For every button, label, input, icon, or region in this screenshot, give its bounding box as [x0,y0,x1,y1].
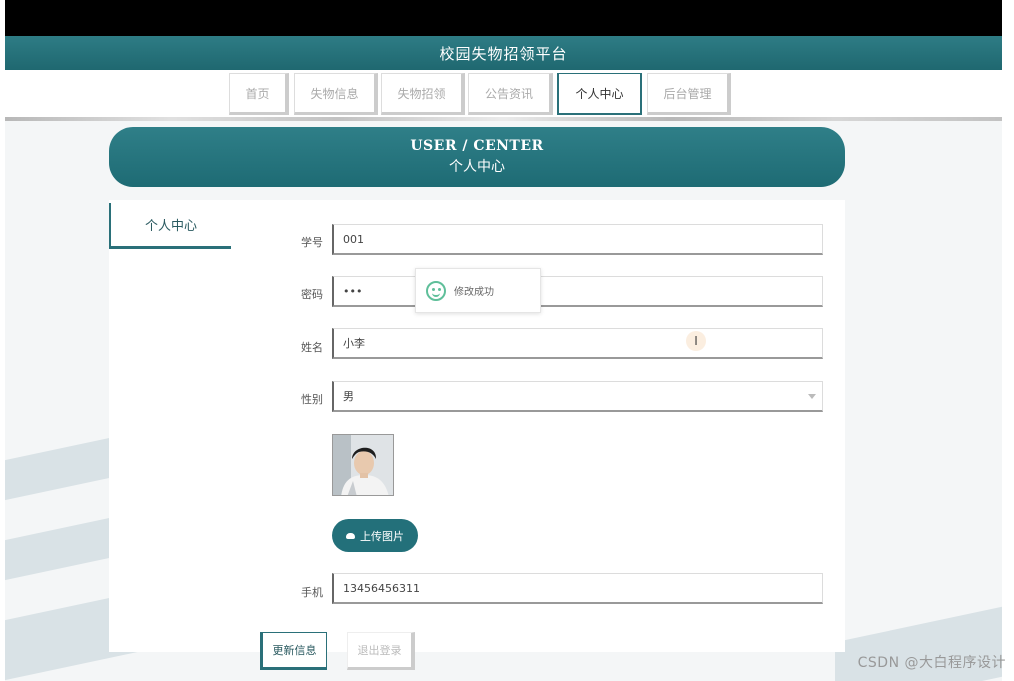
name-label: 姓名 [301,341,323,354]
nav-user-center[interactable]: 个人中心 [557,73,642,115]
success-toast: 修改成功 [415,268,541,313]
student-id-field[interactable]: 001 [332,224,823,255]
password-field[interactable]: ••• [332,276,823,307]
top-black-bar [5,0,1002,36]
student-id-label: 学号 [301,236,323,249]
phone-field[interactable]: 13456456311 [332,573,823,604]
smile-icon [426,280,446,301]
nav-home[interactable]: 首页 [229,73,289,115]
upload-image-button[interactable]: 上传图片 [332,519,418,552]
nav-announcements[interactable]: 公告资讯 [468,73,553,115]
gender-label: 性别 [301,393,323,406]
gender-select[interactable]: 男 [332,381,823,412]
cloud-upload-icon [346,532,355,539]
nav-admin[interactable]: 后台管理 [647,73,731,115]
chevron-down-icon [808,394,816,399]
upload-button-label: 上传图片 [360,529,404,543]
banner-title-en: USER / CENTER [410,138,544,154]
avatar[interactable] [332,434,394,496]
sidebar-item-user-center[interactable]: 个人中心 [109,203,231,249]
site-header: 校园失物招领平台 [5,36,1002,70]
watermark: CSDN @大白程序设计 [857,655,1006,671]
nav-found[interactable]: 失物招领 [381,73,465,115]
site-title: 校园失物招领平台 [439,44,568,63]
phone-label: 手机 [301,586,323,599]
logout-button[interactable]: 退出登录 [347,632,415,670]
password-label: 密码 [301,288,323,301]
nav-lost-info[interactable]: 失物信息 [294,73,378,115]
user-center-banner: USER / CENTER 个人中心 [109,127,845,187]
name-field[interactable]: 小李 [332,328,823,359]
toast-message: 修改成功 [454,287,494,298]
text-cursor-icon: I [686,331,706,351]
gender-value: 男 [343,390,354,403]
main-nav: 首页 失物信息 失物招领 公告资讯 个人中心 后台管理 [5,70,1002,118]
banner-title-cn: 个人中心 [449,159,505,175]
update-info-button[interactable]: 更新信息 [260,632,327,670]
avatar-image [333,435,393,495]
